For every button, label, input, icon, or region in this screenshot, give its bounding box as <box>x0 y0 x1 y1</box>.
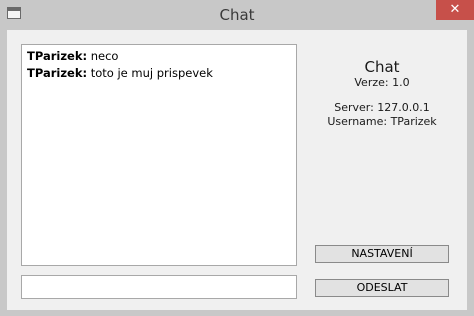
message-text: toto je muj prispevek <box>87 66 213 80</box>
send-button[interactable]: ODESLAT <box>315 279 449 297</box>
window-content: TParizek: neco TParizek: toto je muj pri… <box>7 30 467 310</box>
message-history[interactable]: TParizek: neco TParizek: toto je muj pri… <box>21 44 297 266</box>
title-bar[interactable]: Chat ✕ <box>0 0 474 30</box>
info-title: Chat <box>364 58 400 76</box>
settings-button[interactable]: NASTAVENÍ <box>315 245 449 263</box>
message-author: TParizek: <box>27 66 88 80</box>
info-panel: Chat Verze: 1.0 Server: 127.0.0.1 Userna… <box>307 58 457 129</box>
message-input[interactable] <box>21 275 297 299</box>
message-author: TParizek: <box>27 49 88 63</box>
chat-window: Chat ✕ TParizek: neco TParizek: toto je … <box>0 0 474 316</box>
message-item: TParizek: neco <box>27 48 291 65</box>
server-label: Server: 127.0.0.1 <box>334 101 430 114</box>
username-label: Username: TParizek <box>327 115 437 128</box>
close-icon: ✕ <box>449 2 461 17</box>
close-button[interactable]: ✕ <box>436 0 474 20</box>
message-item: TParizek: toto je muj prispevek <box>27 65 291 82</box>
window-title: Chat <box>219 6 255 24</box>
version-label: Verze: 1.0 <box>354 76 410 89</box>
message-text: neco <box>87 49 119 63</box>
